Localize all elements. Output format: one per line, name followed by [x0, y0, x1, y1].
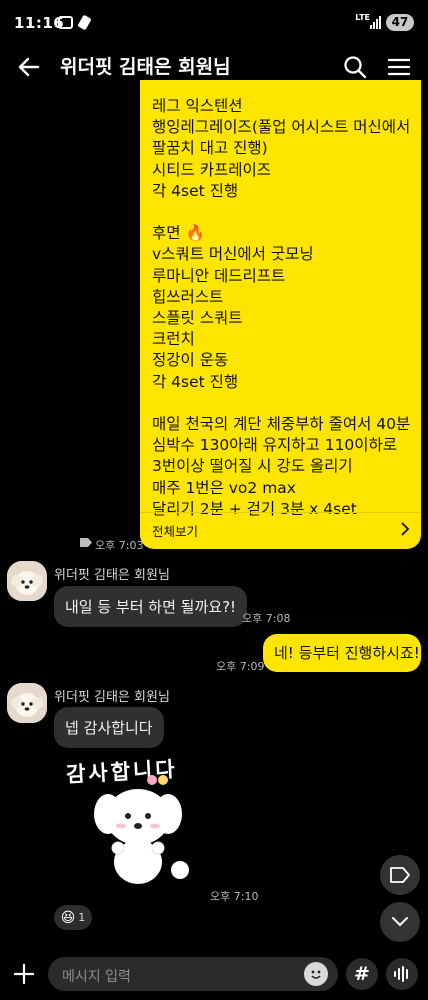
- avatar[interactable]: [7, 561, 47, 601]
- sender-name: 위더핏 김태은 회원님: [54, 690, 170, 705]
- edit-icon: [77, 14, 92, 31]
- tag-icon: [80, 538, 92, 547]
- smile-icon: [311, 970, 321, 979]
- arrow-left-icon: [18, 57, 40, 77]
- voice-button[interactable]: [386, 958, 418, 990]
- hashtag-search-button[interactable]: #: [346, 958, 378, 990]
- search-icon: [344, 56, 367, 79]
- menu-button[interactable]: [384, 52, 414, 82]
- signal-icon: [370, 16, 381, 29]
- add-button[interactable]: [8, 958, 40, 990]
- puppy-avatar-icon: [7, 561, 47, 601]
- emoticon-button[interactable]: [304, 962, 328, 986]
- puppy-sticker-icon: [94, 775, 189, 884]
- long-message-text: 레그 익스텐션 행잉레그레이즈(풀업 어시스트 머신에서 팔꿈치 대고 진행) …: [152, 97, 411, 518]
- message-time: 오후 7:10: [210, 890, 259, 903]
- message-input-placeholder: 메시지 입력: [62, 969, 131, 985]
- sticker[interactable]: 감사합니다: [60, 752, 210, 892]
- reaction-badge[interactable]: 😆 1: [54, 905, 92, 930]
- reaction-count: 1: [78, 911, 86, 924]
- back-button[interactable]: [12, 52, 46, 82]
- my-message-bubble[interactable]: 네! 등부터 진행하시죠!: [263, 634, 421, 672]
- status-time: 11:16: [14, 14, 65, 32]
- sender-name: 위더핏 김태은 회원님: [54, 568, 170, 583]
- tag-icon: [390, 867, 410, 883]
- view-all-link[interactable]: 전체보기: [152, 521, 198, 540]
- bubble-divider: [140, 512, 421, 513]
- plus-icon: [14, 964, 34, 984]
- keyword-tag-button[interactable]: [380, 855, 420, 895]
- avatar[interactable]: [7, 683, 47, 723]
- message-time: 오후 7:03: [95, 539, 144, 552]
- battery-indicator: 47: [386, 14, 414, 31]
- puppy-avatar-icon: [7, 683, 47, 723]
- voice-wave-icon: [394, 966, 408, 982]
- scroll-down-button[interactable]: [380, 902, 420, 942]
- message-time: 오후 7:08: [242, 612, 291, 625]
- other-message-bubble[interactable]: 넵 감사합니다: [54, 707, 164, 748]
- chevron-down-icon: [392, 917, 408, 927]
- network-label: LTE: [355, 13, 370, 22]
- message-time: 오후 7:09: [216, 660, 265, 673]
- chevron-right-icon[interactable]: [400, 522, 410, 536]
- reaction-emoji: 😆: [60, 909, 76, 926]
- hamburger-menu-icon: [388, 58, 410, 76]
- search-button[interactable]: [340, 52, 370, 82]
- chat-title: 위더핏 김태은 회원님: [60, 56, 231, 78]
- other-message-bubble[interactable]: 내일 등 부터 하면 될까요?!: [54, 586, 248, 627]
- screenshot-icon: [58, 16, 73, 29]
